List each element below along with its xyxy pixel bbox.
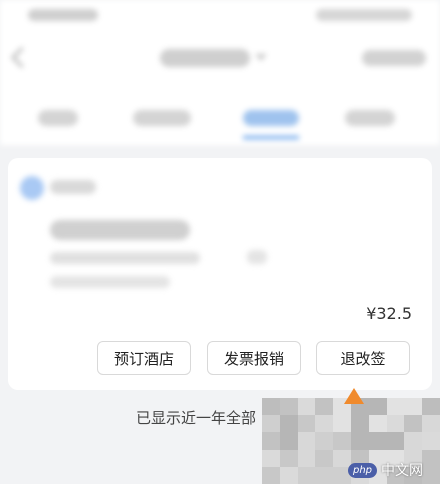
mosaic-cell xyxy=(404,398,423,416)
mosaic-cell xyxy=(404,432,423,450)
order-tabs xyxy=(0,100,440,140)
tab-4-blurred[interactable] xyxy=(345,110,395,126)
mosaic-cell xyxy=(279,449,298,467)
pointer-arrow-icon xyxy=(344,388,364,404)
active-tab-indicator xyxy=(243,136,299,139)
mosaic-cell xyxy=(315,466,334,484)
mosaic-cell xyxy=(350,432,369,450)
mosaic-cell xyxy=(404,415,423,433)
mosaic-cell xyxy=(386,415,405,433)
mosaic-cell xyxy=(422,398,440,416)
tab-2-blurred[interactable] xyxy=(133,110,191,126)
mosaic-cell xyxy=(297,415,316,433)
tab-3-active-blurred[interactable] xyxy=(243,110,299,126)
mosaic-cell xyxy=(368,415,387,433)
invoice-reimburse-button[interactable]: 发票报销 xyxy=(207,341,301,375)
mosaic-cell xyxy=(297,466,316,484)
nav-title-blurred[interactable] xyxy=(160,49,250,67)
mosaic-cell xyxy=(315,432,334,450)
mosaic-cell xyxy=(422,432,440,450)
mosaic-cell xyxy=(279,415,298,433)
mosaic-cell xyxy=(279,432,298,450)
mosaic-cell xyxy=(333,415,351,433)
watermark-logo: php xyxy=(348,462,378,478)
mosaic-cell xyxy=(297,432,316,450)
route-blurred xyxy=(50,220,190,240)
nav-right-action-blurred[interactable] xyxy=(362,50,426,66)
mosaic-cell xyxy=(350,415,369,433)
mosaic-cell xyxy=(333,432,351,450)
mosaic-cell xyxy=(368,398,387,416)
route-extra-blurred xyxy=(247,250,267,264)
book-hotel-button[interactable]: 预订酒店 xyxy=(97,341,191,375)
order-actions: 预订酒店 发票报销 退改签 xyxy=(8,341,432,377)
mosaic-cell xyxy=(262,398,280,416)
caret-down-icon[interactable] xyxy=(255,54,267,61)
watermark-text: 中文网 xyxy=(381,463,424,479)
mosaic-cell xyxy=(262,449,280,467)
mosaic-cell xyxy=(297,449,316,467)
mosaic-cell xyxy=(386,432,405,450)
tab-1-blurred[interactable] xyxy=(38,110,78,126)
mosaic-cell xyxy=(262,415,280,433)
watermark: php 中文网 xyxy=(348,460,436,480)
order-card[interactable]: ¥32.5 预订酒店 发票报销 退改签 xyxy=(8,158,432,390)
mosaic-cell xyxy=(262,432,280,450)
mosaic-cell xyxy=(262,466,280,484)
status-icons-blurred xyxy=(316,9,412,21)
status-time-blurred xyxy=(28,9,98,21)
order-info-line-1-blurred xyxy=(50,252,200,264)
order-price: ¥32.5 xyxy=(366,304,412,323)
blurred-header xyxy=(0,0,440,145)
order-type-label-blurred xyxy=(50,180,96,194)
mosaic-cell xyxy=(297,398,316,416)
mosaic-cell xyxy=(368,432,387,450)
mosaic-cell xyxy=(422,415,440,433)
back-arrow-icon[interactable] xyxy=(10,46,33,69)
mosaic-cell xyxy=(315,398,334,416)
train-icon xyxy=(20,176,44,200)
mosaic-cell xyxy=(315,449,334,467)
nav-bar xyxy=(0,40,440,80)
mosaic-cell xyxy=(279,466,298,484)
status-bar xyxy=(28,4,412,26)
refund-change-button[interactable]: 退改签 xyxy=(316,341,410,375)
mosaic-cell xyxy=(279,398,298,416)
list-footer-text: 已显示近一年全部 xyxy=(136,409,257,427)
mosaic-cell xyxy=(386,398,405,416)
order-list-screen: ¥32.5 预订酒店 发票报销 退改签 已显示近一年全部 php 中文网 xyxy=(0,0,440,484)
order-info-line-2-blurred xyxy=(50,276,170,288)
order-details-blurred xyxy=(8,158,432,298)
mosaic-cell xyxy=(315,415,334,433)
